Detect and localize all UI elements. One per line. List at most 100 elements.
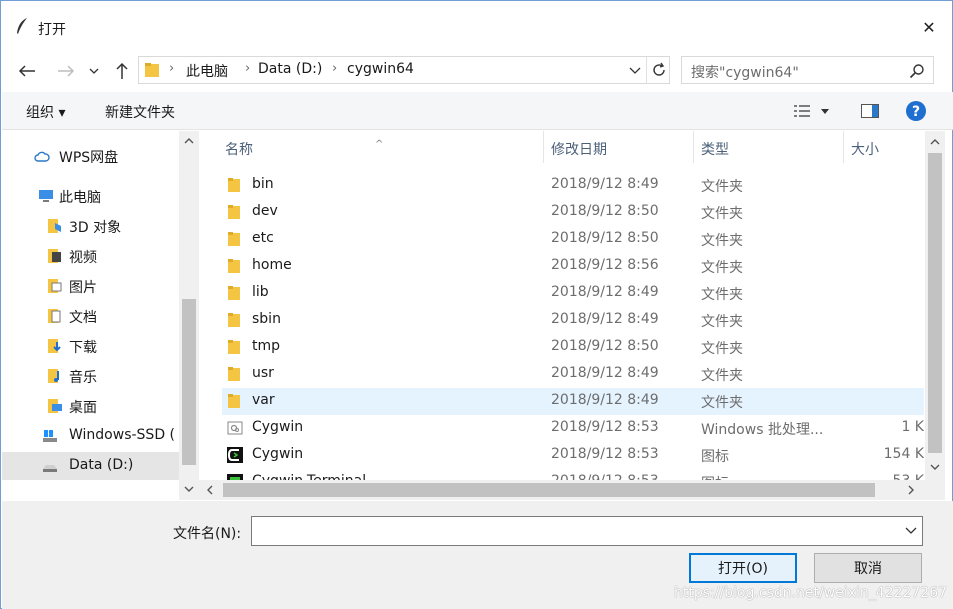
file-row[interactable]: usr 2018/9/12 8:49 文件夹 xyxy=(222,361,924,388)
horizontal-scrollbar-thumb[interactable] xyxy=(223,483,875,497)
folder-icon xyxy=(145,63,159,77)
scroll-left-icon[interactable] xyxy=(206,485,213,495)
organize-button[interactable]: 组织 ▾ xyxy=(26,102,65,122)
column-header-date[interactable]: 修改日期 xyxy=(544,131,694,163)
cloud-icon xyxy=(34,151,50,162)
window-title: 打开 xyxy=(38,22,66,38)
file-name: usr xyxy=(252,365,274,381)
chevron-down-icon[interactable] xyxy=(904,523,918,537)
help-button[interactable]: ? xyxy=(905,100,927,122)
nav-item-label: 音乐 xyxy=(69,370,97,386)
up-button[interactable] xyxy=(110,59,134,83)
vertical-scrollbar-thumb[interactable] xyxy=(928,153,942,453)
nav-item-data-drive[interactable]: Data (D:) xyxy=(2,452,180,480)
scroll-down-icon[interactable] xyxy=(184,486,194,493)
file-row[interactable]: sbin 2018/9/12 8:49 文件夹 xyxy=(222,307,924,334)
file-row[interactable]: Cygwin 2018/9/12 8:53 Windows 批处理... 1 K xyxy=(222,415,924,442)
batch-file-icon xyxy=(227,421,243,435)
nav-item-wps-cloud[interactable]: WPS网盘 xyxy=(2,142,180,170)
arrow-left-icon xyxy=(18,65,35,77)
scroll-down-icon[interactable] xyxy=(930,464,940,471)
column-header-name[interactable]: 名称 ^ xyxy=(199,131,544,163)
back-button[interactable] xyxy=(15,59,39,83)
file-date: 2018/9/12 8:56 xyxy=(551,257,659,273)
file-row[interactable]: var 2018/9/12 8:49 文件夹 xyxy=(222,388,924,415)
nav-item-label: 文档 xyxy=(69,310,97,326)
nav-item-this-pc[interactable]: 此电脑 xyxy=(2,182,180,210)
file-row[interactable]: dev 2018/9/12 8:50 文件夹 xyxy=(222,199,924,226)
nav-item-label: Windows-SSD ( xyxy=(69,427,176,443)
breadcrumb-data-drive[interactable]: Data (D:) xyxy=(258,61,322,77)
file-name: bin xyxy=(252,176,274,192)
column-header-label: 修改日期 xyxy=(551,142,607,158)
file-type: 文件夹 xyxy=(701,395,743,411)
preview-pane-button[interactable] xyxy=(859,100,881,122)
close-button[interactable]: ✕ xyxy=(906,7,952,47)
file-date: 2018/9/12 8:49 xyxy=(551,392,659,408)
nav-item-label: WPS网盘 xyxy=(59,150,119,166)
nav-item-network[interactable]: 网络 xyxy=(2,492,180,500)
folder-icon xyxy=(228,259,240,273)
file-row[interactable]: lib 2018/9/12 8:49 文件夹 xyxy=(222,280,924,307)
navigation-pane: WPS网盘 此电脑 3D 对象 视频 图片 文档 下载 音乐 桌面 Window… xyxy=(2,131,199,500)
search-box[interactable]: 搜索"cygwin64" xyxy=(681,56,934,84)
file-row[interactable]: etc 2018/9/12 8:50 文件夹 xyxy=(222,226,924,253)
breadcrumb-cygwin64[interactable]: cygwin64 xyxy=(347,61,414,77)
file-row[interactable]: bin 2018/9/12 8:49 文件夹 xyxy=(222,172,924,199)
file-list: 名称 ^ 修改日期 类型 大小 bin 2018/9/12 8:49 文件夹 d… xyxy=(199,131,944,500)
nav-scrollbar-thumb[interactable] xyxy=(182,299,196,465)
video-icon xyxy=(48,249,61,263)
pictures-icon xyxy=(48,279,62,293)
column-header-type[interactable]: 类型 xyxy=(694,131,844,163)
file-name: tmp xyxy=(252,338,281,354)
nav-item-downloads[interactable]: 下载 xyxy=(2,332,180,360)
folder-icon xyxy=(228,313,240,327)
new-folder-button[interactable]: 新建文件夹 xyxy=(105,102,175,122)
file-type: 图标 xyxy=(701,449,729,465)
nav-item-windows-ssd[interactable]: Windows-SSD ( xyxy=(2,422,180,450)
file-type: Windows 批处理... xyxy=(701,422,824,438)
nav-item-desktop[interactable]: 桌面 xyxy=(2,392,180,420)
file-size: 154 K xyxy=(883,446,924,462)
open-button[interactable]: 打开(O) xyxy=(689,553,797,583)
refresh-button[interactable] xyxy=(646,57,670,83)
nav-item-documents[interactable]: 文档 xyxy=(2,302,180,330)
file-type: 文件夹 xyxy=(701,368,743,384)
file-list-horizontal-scrollbar[interactable] xyxy=(199,480,925,500)
recent-locations-button[interactable] xyxy=(85,59,103,83)
scroll-up-icon[interactable] xyxy=(184,137,194,144)
file-type: 文件夹 xyxy=(701,287,743,303)
file-name: etc xyxy=(252,230,274,246)
folder-icon xyxy=(228,178,240,192)
column-header-size[interactable]: 大小 xyxy=(844,131,924,163)
breadcrumb-this-pc[interactable]: 此电脑 xyxy=(186,61,228,81)
filename-input[interactable] xyxy=(251,516,923,546)
arrow-right-icon xyxy=(58,65,75,77)
scroll-right-icon[interactable] xyxy=(908,485,915,495)
chevron-down-icon xyxy=(89,68,99,74)
nav-item-pictures[interactable]: 图片 xyxy=(2,272,180,300)
file-row[interactable]: home 2018/9/12 8:56 文件夹 xyxy=(222,253,924,280)
cancel-button[interactable]: 取消 xyxy=(814,553,922,583)
file-date: 2018/9/12 8:49 xyxy=(551,176,659,192)
file-name: var xyxy=(252,392,275,408)
forward-button[interactable] xyxy=(54,59,78,83)
nav-item-label: 此电脑 xyxy=(59,190,101,206)
file-list-vertical-scrollbar[interactable] xyxy=(925,131,945,480)
file-type: 文件夹 xyxy=(701,233,743,249)
scroll-up-icon[interactable] xyxy=(930,138,940,145)
file-date: 2018/9/12 8:49 xyxy=(551,365,659,381)
chevron-right-icon: › xyxy=(332,61,338,76)
view-dropdown-button[interactable] xyxy=(818,100,832,122)
nav-item-videos[interactable]: 视频 xyxy=(2,242,180,270)
search-placeholder[interactable]: 搜索"cygwin64" xyxy=(691,62,799,82)
nav-item-3d-objects[interactable]: 3D 对象 xyxy=(2,212,180,240)
address-bar[interactable]: › 此电脑 › Data (D:) › cygwin64 xyxy=(138,56,670,84)
chevron-down-icon[interactable] xyxy=(626,61,644,79)
nav-item-label: Data (D:) xyxy=(69,457,134,473)
file-row[interactable]: tmp 2018/9/12 8:50 文件夹 xyxy=(222,334,924,361)
nav-item-music[interactable]: 音乐 xyxy=(2,362,180,390)
nav-scrollbar[interactable] xyxy=(179,131,199,500)
view-options-button[interactable] xyxy=(791,100,813,122)
file-row[interactable]: Cygwin 2018/9/12 8:53 图标 154 K xyxy=(222,442,924,469)
